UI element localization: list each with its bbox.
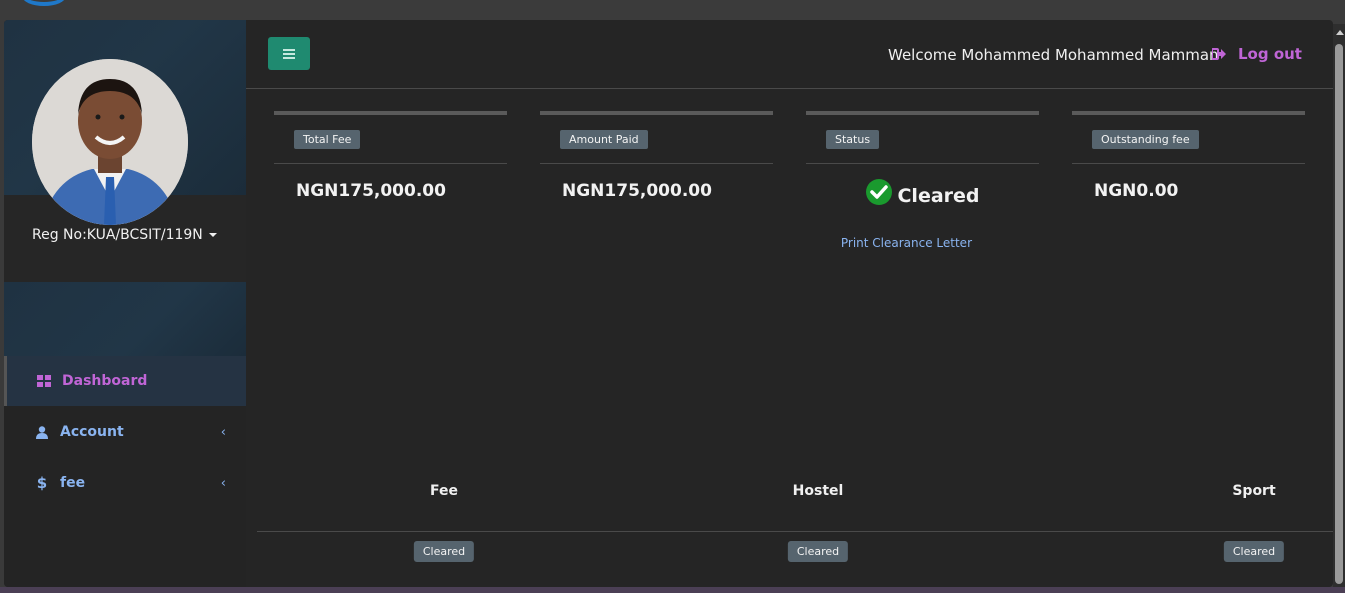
logout-label: Log out — [1238, 45, 1302, 63]
profile-background-lower — [4, 282, 246, 357]
table-header-sport: Sport — [1232, 483, 1276, 499]
print-clearance-link[interactable]: Print Clearance Letter — [806, 236, 972, 250]
browser-top-strip — [0, 0, 1345, 20]
amount-paid-card: Amount Paid NGN175,000.00 — [540, 111, 773, 271]
card-value: NGN175,000.00 — [296, 181, 446, 201]
card-divider — [806, 163, 1039, 164]
outstanding-fee-card: Outstanding fee NGN0.00 — [1072, 111, 1305, 271]
table-header-hostel: Hostel — [792, 483, 844, 499]
status-badge: Cleared — [1223, 541, 1285, 562]
scrollbar-thumb[interactable] — [1335, 44, 1343, 584]
bottom-edge — [0, 587, 1345, 593]
card-top-bar — [540, 111, 773, 115]
logout-button[interactable]: Log out — [1212, 45, 1302, 63]
menu-toggle-button[interactable] — [268, 37, 310, 70]
chevron-left-icon: ‹ — [220, 476, 226, 491]
app-frame: Reg No:KUA/BCSIT/119N Dashboard Account … — [4, 20, 1333, 587]
chevron-left-icon: ‹ — [220, 425, 226, 440]
card-divider — [1072, 163, 1305, 164]
avatar — [32, 59, 188, 225]
status-block: Cleared — [806, 179, 1039, 207]
card-top-bar — [806, 111, 1039, 115]
card-top-bar — [274, 111, 507, 115]
card-value: NGN175,000.00 — [562, 181, 712, 201]
card-divider — [274, 163, 507, 164]
caret-down-icon — [208, 233, 217, 237]
card-value: NGN0.00 — [1094, 181, 1179, 201]
card-label: Outstanding fee — [1092, 130, 1199, 149]
table-row-divider — [257, 531, 1333, 532]
user-icon — [32, 425, 52, 439]
sidebar-item-account[interactable]: Account ‹ — [4, 407, 246, 457]
check-circle-icon — [866, 179, 893, 205]
clearance-table: Fee Hostel Sport Cleared Cleared Cleared — [257, 475, 1333, 575]
total-fee-card: Total Fee NGN175,000.00 — [274, 111, 507, 271]
status-card: Status Cleared Print Clearance Letter — [806, 111, 1039, 271]
sidebar-item-dashboard[interactable]: Dashboard — [4, 356, 246, 406]
scroll-up-arrow-icon[interactable] — [1336, 30, 1344, 35]
app-logo-icon — [22, 0, 66, 6]
sidebar-item-fee[interactable]: $ fee ‹ — [4, 458, 246, 508]
dashboard-grid-icon — [34, 375, 54, 387]
status-badge: Cleared — [787, 541, 849, 562]
hamburger-icon — [283, 48, 295, 59]
card-top-bar — [1072, 111, 1305, 115]
dollar-icon: $ — [36, 474, 48, 492]
top-header: Welcome Mohammed Mohammed Mamman Log out — [246, 20, 1333, 89]
sidebar-item-label: Account — [60, 424, 124, 440]
status-badge: Cleared — [413, 541, 475, 562]
card-label: Total Fee — [294, 130, 361, 149]
card-divider — [540, 163, 773, 164]
sidebar-item-label: fee — [60, 475, 86, 491]
status-value: Cleared — [897, 185, 980, 207]
avatar-photo-icon — [32, 59, 188, 225]
sign-out-icon — [1212, 48, 1226, 60]
reg-number-text: Reg No:KUA/BCSIT/119N — [32, 227, 203, 243]
card-label: Amount Paid — [560, 130, 648, 149]
reg-number-dropdown[interactable]: Reg No:KUA/BCSIT/119N — [32, 227, 217, 243]
table-header-fee: Fee — [430, 483, 458, 499]
sidebar: Reg No:KUA/BCSIT/119N Dashboard Account … — [4, 20, 246, 587]
sidebar-item-label: Dashboard — [62, 373, 148, 389]
welcome-text: Welcome Mohammed Mohammed Mamman — [888, 46, 1219, 64]
card-label: Status — [826, 130, 880, 149]
